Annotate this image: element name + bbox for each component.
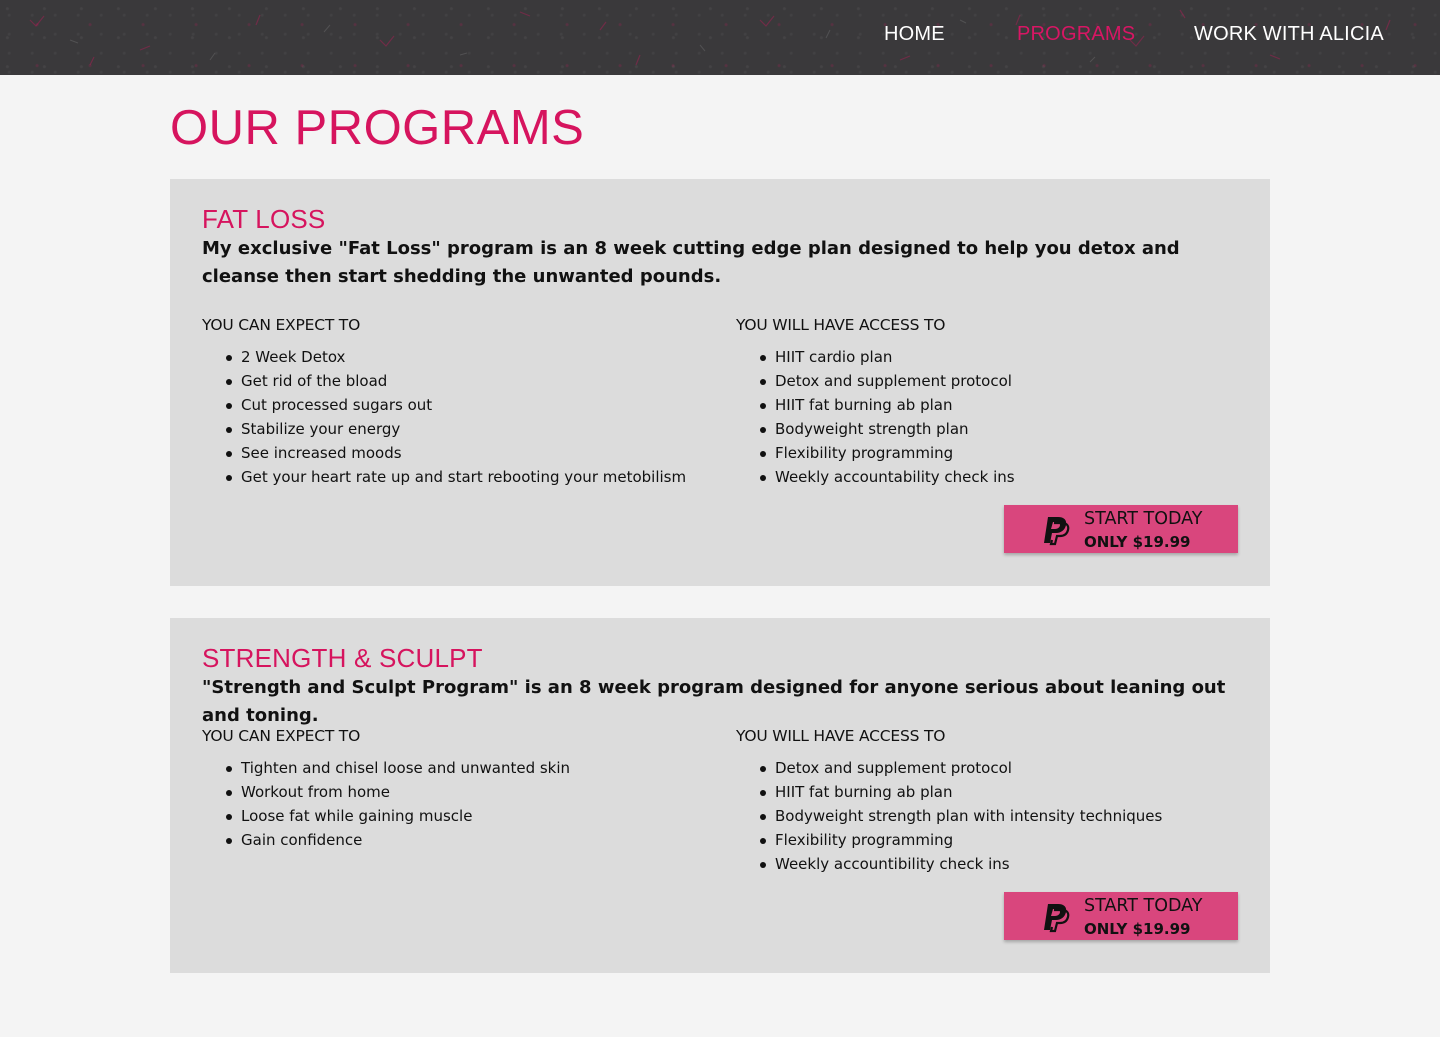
cta-label: START TODAY	[1084, 509, 1203, 529]
expect-list: 2 Week Detox Get rid of the bload Cut pr…	[202, 345, 686, 489]
expect-list: Tighten and chisel loose and unwanted sk…	[202, 756, 570, 852]
list-item: Get rid of the bload	[202, 369, 686, 393]
list-item: Cut processed sugars out	[202, 393, 686, 417]
nav-link-work-with-alicia[interactable]: WORK WITH ALICIA	[1194, 23, 1384, 46]
access-heading: YOU WILL HAVE ACCESS TO	[736, 316, 946, 334]
access-list: Detox and supplement protocol HIIT fat b…	[736, 756, 1162, 876]
list-item: Bodyweight strength plan	[736, 417, 1015, 441]
list-item: Weekly accountibility check ins	[736, 852, 1162, 876]
list-item: Flexibility programming	[736, 441, 1015, 465]
list-item: Gain confidence	[202, 828, 570, 852]
cta-price: ONLY $19.99	[1084, 920, 1191, 938]
expect-heading: YOU CAN EXPECT TO	[202, 316, 361, 334]
paypal-icon	[1044, 517, 1070, 546]
program-title: FAT LOSS	[202, 204, 326, 234]
list-item: HIIT fat burning ab plan	[736, 393, 1015, 417]
access-heading: YOU WILL HAVE ACCESS TO	[736, 727, 946, 745]
start-today-button[interactable]: START TODAY ONLY $19.99	[1004, 892, 1238, 940]
list-item: 2 Week Detox	[202, 345, 686, 369]
paypal-icon	[1044, 904, 1070, 933]
cta-label: START TODAY	[1084, 896, 1203, 916]
list-item: HIIT fat burning ab plan	[736, 780, 1162, 804]
list-item: Flexibility programming	[736, 828, 1162, 852]
list-item: Workout from home	[202, 780, 570, 804]
program-description: "Strength and Sculpt Program" is an 8 we…	[202, 677, 1226, 726]
list-item: Loose fat while gaining muscle	[202, 804, 570, 828]
program-card-strength-sculpt: STRENGTH & SCULPT "Strength and Sculpt P…	[170, 618, 1270, 973]
list-item: Weekly accountability check ins	[736, 465, 1015, 489]
expect-heading: YOU CAN EXPECT TO	[202, 727, 361, 745]
program-title: STRENGTH & SCULPT	[202, 643, 483, 673]
list-item: HIIT cardio plan	[736, 345, 1015, 369]
access-list: HIIT cardio plan Detox and supplement pr…	[736, 345, 1015, 489]
list-item: Detox and supplement protocol	[736, 369, 1015, 393]
list-item: Get your heart rate up and start rebooti…	[202, 465, 686, 489]
nav-link-programs[interactable]: PROGRAMS	[1017, 23, 1135, 46]
list-item: See increased moods	[202, 441, 686, 465]
program-description: My exclusive "Fat Loss" program is an 8 …	[202, 238, 1180, 287]
top-navigation-bar: HOME PROGRAMS WORK WITH ALICIA	[0, 0, 1440, 75]
list-item: Stabilize your energy	[202, 417, 686, 441]
page-title: OUR PROGRAMS	[170, 101, 585, 155]
list-item: Detox and supplement protocol	[736, 756, 1162, 780]
nav-link-home[interactable]: HOME	[884, 23, 945, 46]
cta-price: ONLY $19.99	[1084, 533, 1191, 551]
start-today-button[interactable]: START TODAY ONLY $19.99	[1004, 505, 1238, 553]
program-card-fat-loss: FAT LOSS My exclusive "Fat Loss" program…	[170, 179, 1270, 586]
list-item: Bodyweight strength plan with intensity …	[736, 804, 1162, 828]
list-item: Tighten and chisel loose and unwanted sk…	[202, 756, 570, 780]
